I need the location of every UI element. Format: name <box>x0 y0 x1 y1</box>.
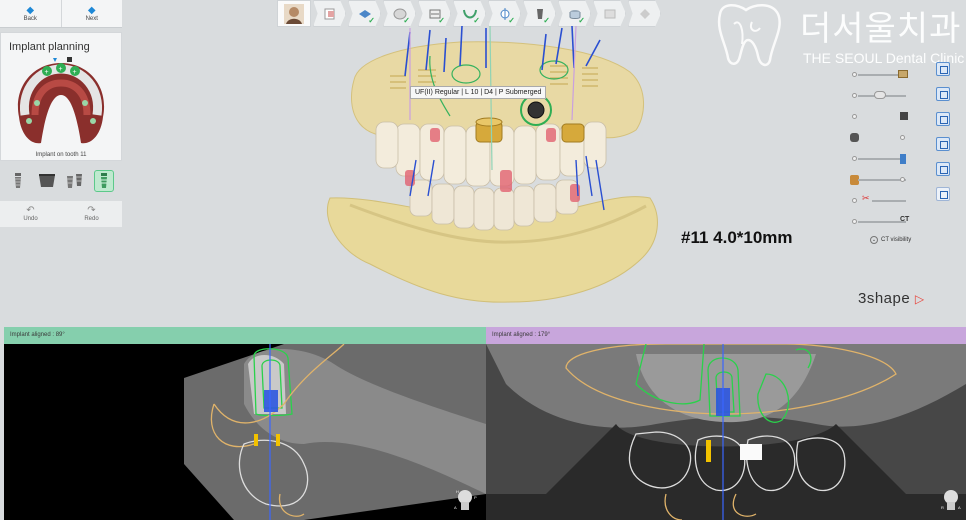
slider-row[interactable] <box>848 171 918 192</box>
nav-bar: ◆ Back ◆ Next <box>0 0 122 28</box>
back-button[interactable]: ◆ Back <box>0 0 61 27</box>
panel-header: Implant aligned : 89° <box>4 327 486 344</box>
undo-button[interactable]: ↶ Undo <box>0 201 61 227</box>
next-button[interactable]: ◆ Next <box>60 0 123 27</box>
panel-title: Implant planning <box>9 41 90 53</box>
scissor-icon[interactable]: ✂ <box>862 193 872 203</box>
crown-icon[interactable] <box>898 70 908 78</box>
svg-text:P: P <box>474 495 477 500</box>
implant-tool-row <box>0 166 122 196</box>
view-copy-icon[interactable] <box>936 62 950 76</box>
undo-icon: ↶ <box>26 205 35 216</box>
svg-text:A: A <box>454 505 457 510</box>
arrow-up-icon: ◆ <box>26 4 35 16</box>
implant-icon <box>15 173 22 188</box>
multi-implant-icon <box>67 174 83 188</box>
panel-header: Implant aligned : 179° <box>486 327 966 344</box>
svg-text:+: + <box>45 69 49 76</box>
abutment-icon <box>38 174 55 187</box>
implant-tooltip: UF(II) Regular | L 10 | D4 | P Submerged <box>410 86 547 99</box>
slider-row[interactable]: CT <box>848 213 918 234</box>
multi-implant-tool[interactable] <box>65 170 85 192</box>
slider-row[interactable] <box>848 108 918 129</box>
view-copy-icon[interactable] <box>936 112 950 126</box>
svg-text:+: + <box>73 69 77 76</box>
ct-visibility-toggle[interactable]: ⌄ CT visibility <box>870 236 911 244</box>
abutment-tool[interactable] <box>37 170 57 192</box>
view-settings-icon[interactable] <box>936 187 950 201</box>
slider-row[interactable] <box>848 150 918 171</box>
slider-row[interactable]: ✂ <box>848 192 918 213</box>
orientation-head-icon[interactable]: H P A <box>452 485 478 513</box>
svg-text:H: H <box>456 489 459 494</box>
implant-size-annotation: #11 4.0*10mm <box>681 228 793 247</box>
redo-button[interactable]: ↷ Redo <box>61 201 122 227</box>
documents-icon <box>324 8 334 19</box>
implant-selected-icon <box>100 173 107 188</box>
implant-selected-tool[interactable] <box>93 170 114 192</box>
clinic-logo <box>717 4 781 67</box>
orientation-head-icon[interactable]: RA <box>938 485 964 513</box>
view-tools <box>936 62 952 212</box>
panel-caption: Implant on tooth 11 <box>35 152 87 158</box>
guide-design-icon <box>604 9 615 18</box>
ct-panel-left[interactable]: Implant aligned : 89° H P A <box>4 327 486 520</box>
chevron-down-icon: ⌄ <box>870 236 878 244</box>
jaw-thumbnail[interactable]: + + + <box>11 57 111 149</box>
svg-text:A: A <box>958 505 961 510</box>
redo-icon: ↷ <box>87 205 96 216</box>
history-row: ↶ Undo ↷ Redo <box>0 201 122 227</box>
ct-slice-right[interactable] <box>486 344 966 520</box>
ct-knob-icon[interactable]: CT <box>900 216 910 226</box>
abutment-knob-icon[interactable] <box>900 112 908 120</box>
ct-panel-right[interactable]: Implant aligned : 179° RA <box>486 327 966 520</box>
arrow-right-icon: ◆ <box>87 4 96 16</box>
workflow-step-patient[interactable] <box>277 0 311 27</box>
implant-tool[interactable] <box>8 170 28 192</box>
view-copy-icon[interactable] <box>936 137 950 151</box>
ct-slice-left[interactable] <box>4 344 486 520</box>
visibility-sliders: ✂ CT <box>848 66 918 234</box>
vendor-logo: 3shape ▷ <box>858 290 925 307</box>
view-copy-icon[interactable] <box>936 87 950 101</box>
export-icon <box>639 8 650 19</box>
sleeve-knob-icon[interactable] <box>900 154 906 164</box>
slider-row[interactable] <box>848 87 918 108</box>
gear-piece-icon <box>850 133 859 142</box>
implant-planning-panel: Implant planning + + + Implant on tooth … <box>0 32 122 161</box>
patient-icon <box>284 3 304 24</box>
tooth-knob-icon[interactable] <box>874 91 886 99</box>
svg-text:R: R <box>941 505 944 510</box>
view-copy-icon[interactable] <box>936 162 950 176</box>
slider-row[interactable] <box>848 129 918 150</box>
3d-model-view[interactable] <box>310 20 680 320</box>
clinic-name-korean: 더서울치과 <box>800 9 962 49</box>
slider-row[interactable] <box>848 66 918 87</box>
svg-text:+: + <box>59 66 63 73</box>
